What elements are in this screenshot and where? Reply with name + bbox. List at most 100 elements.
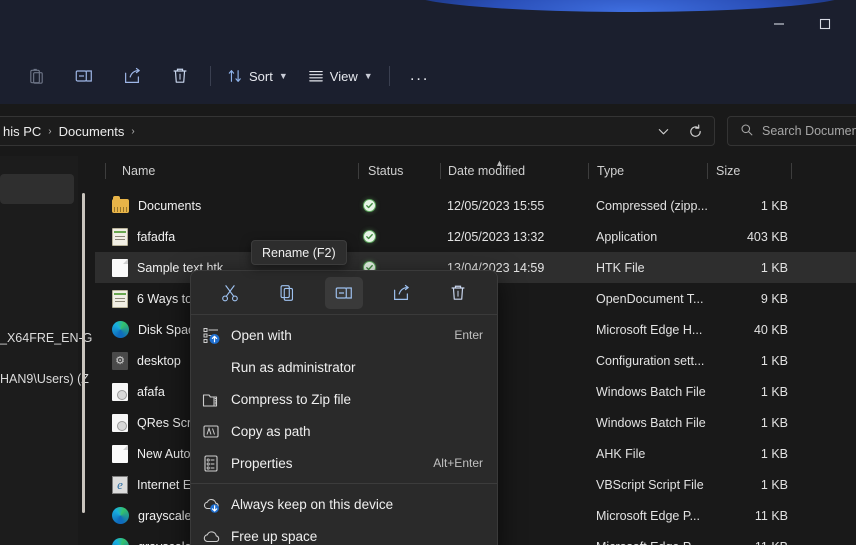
column-header-date-modified[interactable]: Date modified: [448, 156, 525, 186]
paste-button[interactable]: [12, 58, 60, 94]
file-name-cell[interactable]: fafadfa: [112, 221, 175, 252]
context-menu-item-label: Always keep on this device: [231, 497, 393, 512]
context-menu-item[interactable]: Run as administrator: [191, 351, 497, 383]
minimize-button[interactable]: [756, 9, 802, 39]
breadcrumb-item-this-pc[interactable]: his PC: [3, 124, 41, 139]
header-divider[interactable]: [588, 163, 589, 179]
paste-icon: [27, 67, 46, 86]
context-menu-item[interactable]: Always keep on this device: [191, 488, 497, 520]
context-menu-item[interactable]: Free up space: [191, 520, 497, 545]
file-name-label: New Autol: [137, 447, 193, 461]
address-bar-actions: [648, 118, 714, 144]
context-menu-item-label: Copy as path: [231, 424, 311, 439]
file-name-cell[interactable]: Disk Space: [112, 314, 201, 345]
context-cut-button[interactable]: [211, 277, 249, 309]
column-header-size[interactable]: Size: [716, 156, 740, 186]
rename-button[interactable]: [60, 58, 108, 94]
file-size-cell: 1 KB: [693, 252, 788, 283]
file-name-cell[interactable]: grayscale: [112, 531, 192, 545]
copy-path-icon: [201, 421, 221, 441]
header-divider[interactable]: [105, 163, 106, 179]
file-size-cell: 40 KB: [693, 314, 788, 345]
navigation-pane-scrollbar[interactable]: [82, 193, 85, 513]
file-type-cell: OpenDocument T...: [596, 283, 703, 314]
nav-item-users-drive[interactable]: HAN9\Users) (Z: [0, 372, 89, 386]
breadcrumb-item-documents[interactable]: Documents: [59, 124, 125, 139]
search-input[interactable]: Search Documen: [762, 124, 856, 138]
refresh-button[interactable]: [680, 118, 710, 144]
open-with-icon: [201, 325, 221, 345]
rename-icon: [74, 66, 94, 86]
file-name-cell[interactable]: QRes Scrip: [112, 407, 201, 438]
nav-item-x64fre[interactable]: _X64FRE_EN-G: [0, 331, 92, 345]
context-menu-item[interactable]: Copy as path: [191, 415, 497, 447]
cloud-download-icon: [201, 494, 221, 514]
share-icon: [391, 283, 411, 303]
table-row[interactable]: Documents12/05/2023 15:55Compressed (zip…: [95, 190, 856, 221]
file-name-cell[interactable]: 6 Ways to: [112, 283, 192, 314]
address-bar[interactable]: his PC › Documents ›: [0, 116, 715, 146]
context-rename-button[interactable]: [325, 277, 363, 309]
rename-tooltip-label: Rename (F2): [262, 246, 336, 260]
chevron-down-icon: ▼: [364, 71, 373, 81]
sort-button[interactable]: Sort ▼: [217, 59, 298, 93]
file-type-cell: Compressed (zipp...: [596, 190, 708, 221]
context-delete-button[interactable]: [439, 277, 477, 309]
header-divider[interactable]: [440, 163, 441, 179]
context-share-button[interactable]: [382, 277, 420, 309]
column-header-status-label: Status: [368, 164, 403, 178]
delete-button[interactable]: [156, 58, 204, 94]
file-size-cell: 1 KB: [693, 438, 788, 469]
file-name-label: Internet Ex: [137, 478, 197, 492]
view-button[interactable]: View ▼: [298, 59, 383, 93]
context-menu-item-label: Properties: [231, 456, 293, 471]
file-name-cell[interactable]: grayscale_: [112, 500, 198, 531]
column-header-name[interactable]: Name: [122, 156, 155, 186]
file-size-cell: 1 KB: [693, 345, 788, 376]
sort-indicator-icon: ▲: [495, 158, 504, 168]
column-header-type[interactable]: Type: [597, 156, 624, 186]
context-menu-item[interactable]: Open withEnter: [191, 319, 497, 351]
file-name-label: Documents: [138, 199, 201, 213]
breadcrumb: his PC › Documents ›: [0, 124, 135, 139]
header-divider[interactable]: [358, 163, 359, 179]
command-bar: Sort ▼ View ▼ ...: [0, 48, 856, 104]
file-name-cell[interactable]: Internet Ex: [112, 469, 197, 500]
share-button[interactable]: [108, 58, 156, 94]
file-type-cell: VBScript Script File: [596, 469, 704, 500]
folder-icon: [112, 199, 129, 213]
file-name-label: 6 Ways to: [137, 292, 192, 306]
file-size-cell: 1 KB: [693, 407, 788, 438]
table-row[interactable]: fafadfa12/05/2023 13:32Application403 KB: [95, 221, 856, 252]
script-file-icon: [112, 414, 128, 432]
header-divider[interactable]: [791, 163, 792, 179]
column-header-name-label: Name: [122, 164, 155, 178]
search-box[interactable]: Search Documen: [727, 116, 856, 146]
file-type-cell: Windows Batch File: [596, 407, 706, 438]
file-size-cell: 1 KB: [693, 376, 788, 407]
file-name-cell[interactable]: desktop: [112, 345, 181, 376]
file-name-cell[interactable]: New Autol: [112, 438, 193, 469]
file-name-label: afafa: [137, 385, 165, 399]
context-copy-button[interactable]: [268, 277, 306, 309]
see-more-button[interactable]: ...: [396, 58, 444, 94]
context-menu-item-shortcut: Alt+Enter: [433, 456, 483, 470]
context-menu-item-label: Run as administrator: [231, 360, 356, 375]
header-divider[interactable]: [707, 163, 708, 179]
address-history-button[interactable]: [648, 118, 678, 144]
maximize-icon: [819, 18, 831, 30]
file-date-cell: 12/05/2023 13:32: [447, 221, 544, 252]
view-label: View: [330, 69, 358, 84]
settings-file-icon: [112, 352, 128, 370]
file-name-cell[interactable]: afafa: [112, 376, 165, 407]
file-name-cell[interactable]: Documents: [112, 190, 201, 221]
maximize-button[interactable]: [802, 9, 848, 39]
context-menu-item[interactable]: Properties Alt+Enter: [191, 447, 497, 479]
column-header-status[interactable]: Status: [368, 156, 403, 186]
toolbar-divider-2: [389, 66, 390, 86]
context-menu-divider: [191, 483, 497, 484]
context-menu-item-label: Free up space: [231, 529, 317, 544]
edge-browser-icon: [112, 507, 129, 524]
context-menu-item[interactable]: Compress to Zip file: [191, 383, 497, 415]
column-header-size-label: Size: [716, 164, 740, 178]
